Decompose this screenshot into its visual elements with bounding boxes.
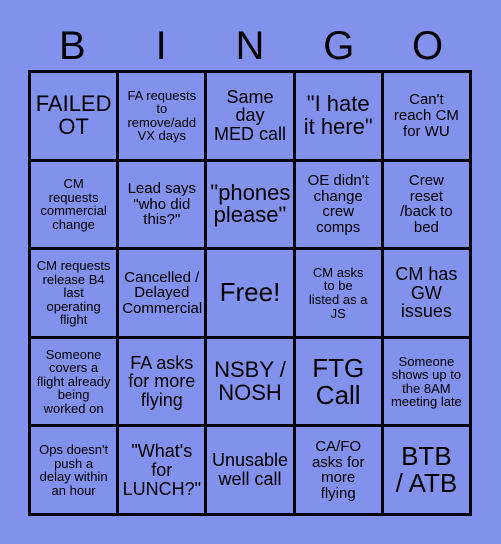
bingo-cell[interactable]: "I hate it here" <box>295 73 384 162</box>
bingo-cell-text: Someone shows up to the 8AM meeting late <box>390 353 462 410</box>
bingo-cell-text: NSBY / NOSH <box>214 356 286 405</box>
bingo-cell-text: CM requests commercial change <box>40 176 107 232</box>
bingo-cell-text: Cancelled / Delayed Commercial <box>122 268 203 317</box>
bingo-cell[interactable]: Cancelled / Delayed Commercial <box>119 250 208 339</box>
bingo-cell[interactable]: FTG Call <box>295 338 384 428</box>
bingo-cell[interactable]: OE didn't change crew comps <box>295 161 384 251</box>
bingo-cell[interactable]: Crew reset /back to bed <box>383 161 472 251</box>
bingo-cell-text: Same day MED call <box>213 86 286 145</box>
bingo-cell[interactable]: CM requests release B4 last operating fl… <box>31 250 120 339</box>
bingo-cell[interactable]: Can't reach CM for WU <box>383 73 472 162</box>
bingo-cell[interactable]: FAILED OT <box>31 73 120 162</box>
bingo-cell[interactable]: Unusable well call <box>207 427 296 516</box>
bingo-cell-text: CM has GW issues <box>395 263 458 322</box>
bingo-cell[interactable]: Lead says "who did this?" <box>119 161 208 251</box>
bingo-cell-text: "phones please" <box>210 179 291 228</box>
bingo-cell[interactable]: BTB / ATB <box>383 427 472 516</box>
bingo-grid: FAILED OT FA requests to remove/add VX da… <box>28 70 472 516</box>
header-letter-n: N <box>235 24 265 68</box>
bingo-cell[interactable]: NSBY / NOSH <box>207 338 296 428</box>
bingo-cell-text: Free! <box>219 277 281 308</box>
bingo-cell[interactable]: Free! <box>207 250 296 339</box>
bingo-cell-text: FA asks for more flying <box>128 352 196 410</box>
bingo-cell-text: OE didn't change crew comps <box>307 172 369 236</box>
bingo-cell[interactable]: CM asks to be listed as a JS <box>295 250 384 339</box>
bingo-cell[interactable]: FA requests to remove/add VX days <box>119 73 208 162</box>
bingo-cell[interactable]: Same day MED call <box>207 73 296 162</box>
bingo-header: B I N G O <box>28 22 472 70</box>
bingo-cell[interactable]: FA asks for more flying <box>119 338 208 428</box>
bingo-cell[interactable]: "phones please" <box>207 161 296 251</box>
bingo-card: B I N G O FAILED OT FA requests to remove… <box>0 0 501 544</box>
bingo-cell-text: "What's for LUNCH?" <box>122 441 201 499</box>
bingo-cell-text: CM requests release B4 last operating fl… <box>36 258 111 328</box>
bingo-cell-text: Can't reach CM for WU <box>393 91 459 140</box>
bingo-cell-text: CA/FO asks for more flying <box>311 438 365 502</box>
bingo-cell-text: Unusable well call <box>211 450 289 490</box>
bingo-cell-text: "I hate it here" <box>303 90 373 139</box>
bingo-cell[interactable]: Ops doesn't push a delay within an hour <box>31 427 120 516</box>
header-letter-o: O <box>412 24 444 68</box>
header-letter-b: B <box>59 24 86 68</box>
bingo-cell-text: BTB / ATB <box>395 441 458 499</box>
bingo-cell[interactable]: Someone covers a flight already being wo… <box>31 338 120 428</box>
bingo-cell-text: Someone covers a flight already being wo… <box>36 346 111 416</box>
bingo-cell-text: FTG Call <box>312 352 365 410</box>
bingo-cell-text: FAILED OT <box>35 90 112 139</box>
bingo-cell[interactable]: CM requests commercial change <box>31 161 120 251</box>
bingo-cell-text: Ops doesn't push a delay within an hour <box>39 442 109 498</box>
bingo-cell[interactable]: CA/FO asks for more flying <box>295 427 384 516</box>
bingo-cell-text: Crew reset /back to bed <box>400 172 453 236</box>
bingo-cell[interactable]: "What's for LUNCH?" <box>119 427 208 516</box>
bingo-cell[interactable]: Someone shows up to the 8AM meeting late <box>383 338 472 428</box>
bingo-cell-text: Lead says "who did this?" <box>127 180 196 229</box>
header-letter-i: I <box>155 24 167 68</box>
bingo-cell-text: FA requests to remove/add VX days <box>127 87 197 144</box>
bingo-cell-text: CM asks to be listed as a JS <box>308 264 368 321</box>
bingo-cell[interactable]: CM has GW issues <box>383 250 472 339</box>
header-letter-g: G <box>323 24 355 68</box>
